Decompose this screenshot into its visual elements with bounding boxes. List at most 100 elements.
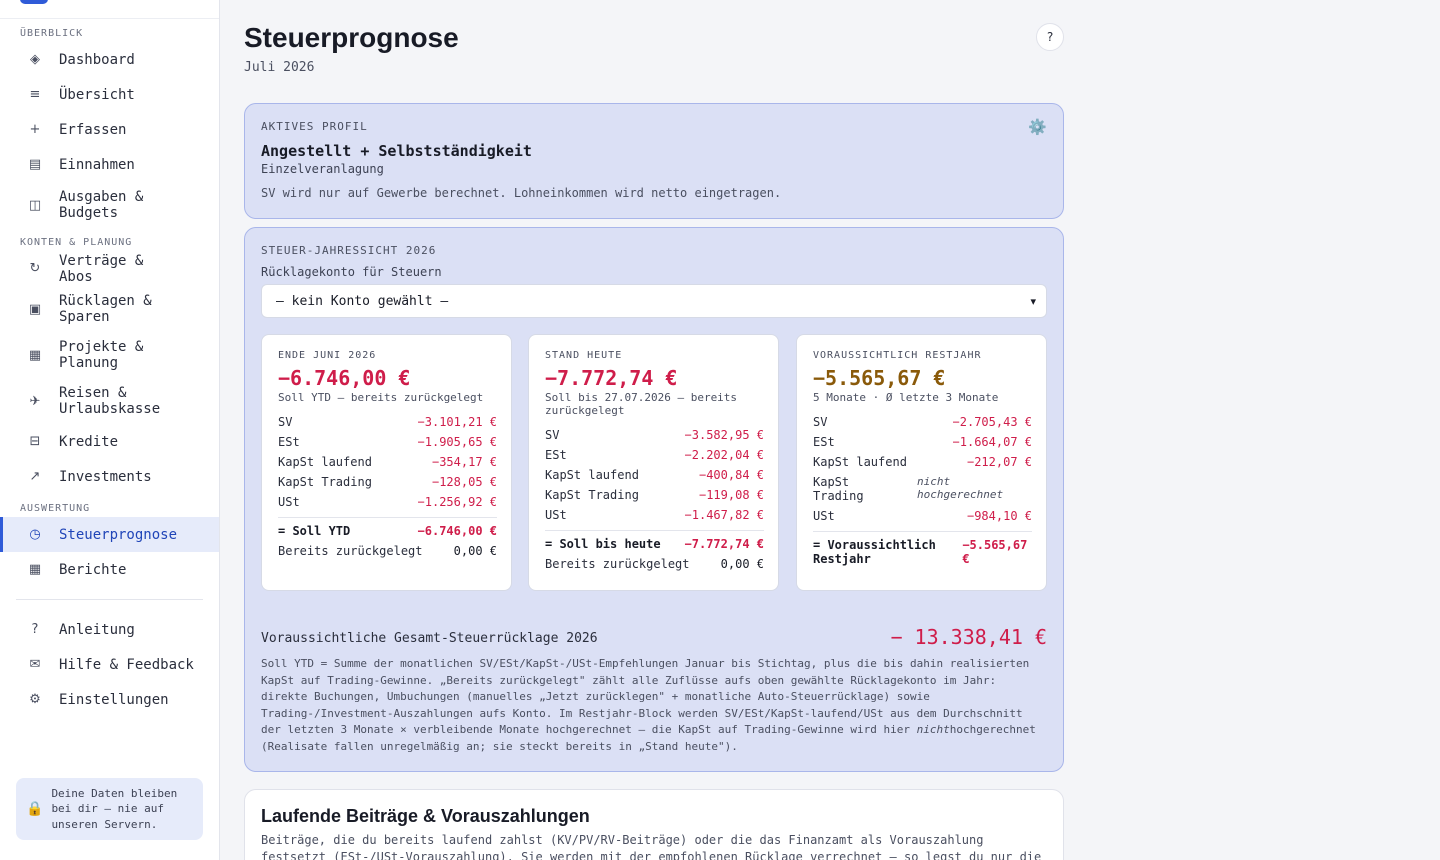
sidebar-item-ruecklagen[interactable]: ▣ Rücklagen & Sparen	[0, 286, 219, 332]
sidebar-item-erfassen[interactable]: + Erfassen	[0, 112, 219, 147]
profile-mode: Einzelveranlagung	[261, 162, 384, 176]
row-label: USt	[545, 508, 567, 522]
sidebar-item-dashboard[interactable]: ◈ Dashboard	[0, 42, 219, 77]
income-icon: ▤	[28, 157, 42, 172]
refresh-icon: ↻	[29, 261, 41, 276]
panel-caption: STAND HEUTE	[545, 350, 623, 361]
panel-amount: −5.565,67 €	[813, 366, 946, 390]
row-kapst-laufend: KapSt laufend −212,07 €	[813, 455, 1032, 475]
row-value: −1.905,65 €	[417, 435, 497, 449]
sidebar-item-label: Einstellungen	[59, 691, 169, 708]
sidebar-item-label: Reisen & Urlaubskasse	[59, 385, 161, 417]
row-sum: = Soll bis heute −7.772,74 €	[545, 537, 764, 557]
gear-icon: ⚙	[29, 692, 41, 707]
row-label: USt	[278, 495, 300, 509]
sidebar-item-reisen[interactable]: ✈ Reisen & Urlaubskasse	[0, 378, 219, 424]
section-label-analysis: AUSWERTUNG	[20, 503, 91, 514]
tax-caption: STEUER-JAHRESSICHT 2026	[261, 244, 437, 257]
question-icon: ?	[31, 622, 39, 637]
section-label-overview: ÜBERBLICK	[20, 28, 84, 39]
row-label: ESt	[545, 448, 567, 462]
row-label: ESt	[813, 435, 835, 449]
app-logo[interactable]	[20, 0, 48, 4]
row-value: −128,05 €	[431, 475, 497, 489]
sidebar-item-label: Verträge & Abos	[59, 252, 144, 285]
panel-amount: −7.772,74 €	[545, 366, 678, 390]
sidebar-item-ausgaben[interactable]: ◫ Ausgaben & Budgets	[0, 182, 219, 228]
row-est: ESt −2.202,04 €	[545, 448, 764, 468]
running-contributions-description: Beiträge, die du bereits laufend zahlst …	[261, 833, 1042, 860]
row-label: KapSt laufend	[813, 455, 907, 469]
end-june-panel: ENDE JUNI 2026 −6.746,00 € Soll YTD – be…	[261, 334, 512, 591]
sidebar-item-hilfe[interactable]: ✉ Hilfe & Feedback	[0, 647, 219, 682]
row-kapst-trading: KapSt Trading −128,05 €	[278, 475, 497, 495]
sidebar-item-uebersicht[interactable]: ≡ Übersicht	[0, 77, 219, 112]
sidebar-item-einnahmen[interactable]: ▤ Einnahmen	[0, 147, 219, 182]
row-sv: SV −3.582,95 €	[545, 428, 764, 448]
row-sv: SV −2.705,43 €	[813, 415, 1032, 435]
reserve-account-select[interactable]: — kein Konto gewählt — ▾	[261, 284, 1047, 318]
row-label: SV	[278, 415, 293, 429]
row-value: −984,10 €	[966, 509, 1032, 523]
sidebar-item-label: Hilfe & Feedback	[59, 656, 194, 673]
panel-meta: 5 Monate · Ø letzte 3 Monate	[813, 391, 999, 404]
row-sum: = Voraussichtlich Restjahr −5.565,67 €	[813, 538, 1032, 572]
row-kapst-laufend: KapSt laufend −354,17 €	[278, 455, 497, 475]
row-est: ESt −1.905,65 €	[278, 435, 497, 455]
sidebar-item-investments[interactable]: ↗ Investments	[0, 459, 219, 494]
profile-caption: AKTIVES PROFIL	[261, 120, 368, 133]
sidebar-item-label: Übersicht	[59, 86, 135, 103]
sum-value: −6.746,00 €	[417, 524, 497, 538]
row-label: USt	[813, 509, 835, 523]
panel-amount: −6.746,00 €	[278, 366, 411, 390]
sum-label: = Soll bis heute	[545, 537, 661, 551]
row-ust: USt −1.256,92 €	[278, 495, 497, 515]
sidebar-item-label: Einnahmen	[59, 156, 135, 173]
row-saved: Bereits zurückgelegt 0,00 €	[278, 544, 497, 564]
page-subtitle: Juli 2026	[244, 60, 315, 75]
sidebar-item-label: Investments	[59, 468, 152, 485]
profile-name: Angestellt + Selbstständigkeit	[261, 142, 532, 160]
sidebar-item-kredite[interactable]: ⊟ Kredite	[0, 424, 219, 459]
row-value: −354,17 €	[431, 455, 497, 469]
privacy-text: Deine Daten bleiben bei dir – nie auf un…	[51, 786, 178, 831]
running-contributions-card: Laufende Beiträge & Vorauszahlungen Beit…	[244, 789, 1064, 860]
row-value: −2.202,04 €	[684, 448, 764, 462]
sidebar-item-vertraege[interactable]: ↻ Verträge & Abos	[0, 251, 219, 286]
gear-icon[interactable]: ⚙️	[1028, 118, 1047, 136]
section-label-accounts: KONTEN & PLANUNG	[20, 237, 133, 248]
calculation-explanation: Soll YTD = Summe der monatlichen SV/ESt/…	[261, 656, 1047, 755]
chevron-down-icon: ▾	[1030, 294, 1036, 308]
help-button[interactable]: ?	[1036, 23, 1064, 51]
row-label: SV	[813, 415, 828, 429]
sum-divider	[278, 517, 497, 518]
row-value: −119,08 €	[698, 488, 764, 502]
sidebar-item-steuerprognose[interactable]: ◷ Steuerprognose	[0, 517, 219, 552]
panel-meta: Soll bis 27.07.2026 – bereits zurückgele…	[545, 391, 738, 417]
dashboard-icon: ◈	[30, 52, 40, 67]
row-value: −2.705,43 €	[952, 415, 1032, 429]
sidebar-item-label: Dashboard	[59, 51, 135, 68]
row-ust: USt −1.467,82 €	[545, 508, 764, 528]
explanation-part-1: Soll YTD = Summe der monatlichen SV/ESt/…	[261, 657, 1030, 736]
sidebar-item-anleitung[interactable]: ? Anleitung	[0, 612, 219, 647]
row-kapst-laufend: KapSt laufend −400,84 €	[545, 468, 764, 488]
row-value: nicht hochgerechnet	[917, 475, 1004, 501]
row-value: −1.664,07 €	[952, 435, 1032, 449]
profile-note: SV wird nur auf Gewerbe berechnet. Lohne…	[261, 186, 782, 200]
sidebar-item-einstellungen[interactable]: ⚙ Einstellungen	[0, 682, 219, 717]
saved-value: 0,00 €	[453, 544, 497, 558]
row-label: KapSt Trading	[278, 475, 372, 489]
report-icon: ▦	[28, 562, 42, 577]
panel-rows: SV −2.705,43 € ESt −1.664,07 € KapSt laufe…	[813, 415, 1032, 572]
sidebar-item-berichte[interactable]: ▦ Berichte	[0, 552, 219, 587]
sidebar-divider	[16, 599, 203, 600]
sidebar-item-label: Rücklagen & Sparen	[59, 293, 152, 325]
row-value: −212,07 €	[966, 455, 1032, 469]
row-sum: = Soll YTD −6.746,00 €	[278, 524, 497, 544]
sidebar-item-projekte[interactable]: ▦ Projekte & Planung	[0, 332, 219, 378]
panel-meta: Soll YTD – bereits zurückgelegt	[278, 391, 484, 404]
row-label: ESt	[278, 435, 300, 449]
saved-value: 0,00 €	[720, 557, 764, 571]
sidebar-item-label: Projekte & Planung	[59, 339, 144, 371]
